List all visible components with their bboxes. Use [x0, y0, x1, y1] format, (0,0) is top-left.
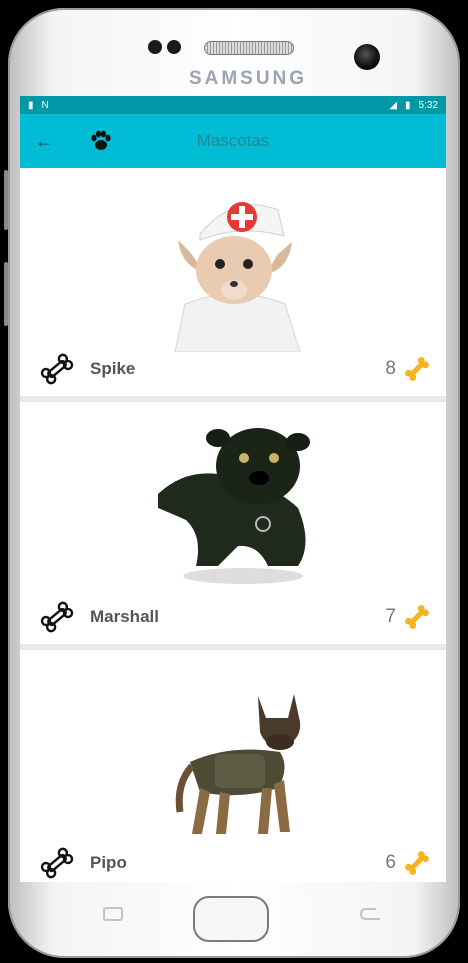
bone-outline-icon: [40, 353, 74, 385]
bone-rate-icon[interactable]: [402, 602, 432, 632]
pet-card[interactable]: Pipo 6: [20, 650, 446, 882]
battery-icon: ▮: [405, 99, 411, 111]
pet-name: Spike: [90, 359, 136, 378]
status-bar: ▮ N ◢ ▮ 5:32: [20, 96, 446, 114]
earpiece-speaker: [204, 41, 294, 55]
bone-rate-icon[interactable]: [402, 354, 432, 384]
pet-image-spike: [174, 202, 301, 352]
pet-row: Pipo 6: [20, 846, 446, 880]
pet-name: Marshall: [90, 607, 159, 626]
pet-card[interactable]: Marshall 7: [20, 402, 446, 650]
status-time: 5:32: [418, 99, 438, 111]
home-button[interactable]: [193, 896, 269, 942]
pet-row: Marshall 7: [20, 600, 446, 634]
front-camera: [354, 44, 380, 70]
rating-count: 6: [385, 852, 396, 873]
bone-outline-icon: [40, 847, 74, 879]
rating-count: 7: [385, 606, 396, 627]
nfc-icon: N: [41, 99, 49, 111]
pet-row: Spike 8: [20, 352, 446, 386]
screen: ▮ N ◢ ▮ 5:32 ← Mascotas Spike 8 Marshall…: [20, 96, 446, 882]
pet-image-marshall: [158, 428, 310, 584]
recent-apps-icon[interactable]: [100, 905, 126, 923]
app-bar: ← Mascotas: [20, 114, 446, 168]
rating-count: 8: [385, 358, 396, 379]
page-title: Mascotas: [196, 131, 270, 150]
sensors: [148, 40, 181, 54]
device-brand: SAMSUNG: [188, 68, 308, 89]
sim-icon: ▮: [28, 99, 34, 111]
bone-rate-icon[interactable]: [402, 848, 432, 878]
no-signal-icon: ◢: [389, 99, 398, 111]
pet-name: Pipo: [90, 853, 127, 872]
bone-outline-icon: [40, 601, 74, 633]
pet-image-pipo: [175, 694, 301, 834]
back-key-icon[interactable]: [358, 905, 384, 923]
pet-card[interactable]: Spike 8: [20, 168, 446, 402]
